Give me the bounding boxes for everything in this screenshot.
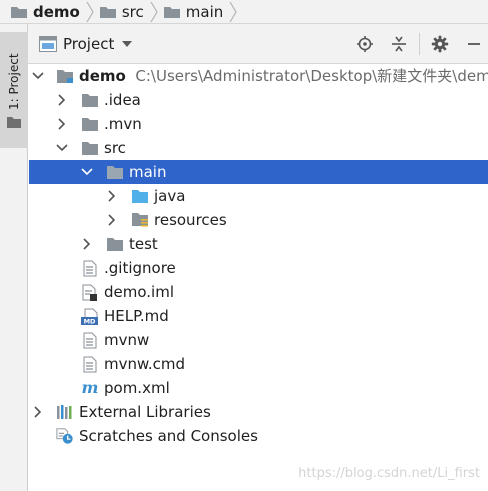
project-tool-tab-label: 1: Project — [7, 53, 21, 110]
tree-node-src[interactable]: src — [29, 136, 488, 160]
breadcrumb-item-main[interactable]: main — [163, 0, 223, 24]
tree-node-label: External Libraries — [79, 403, 211, 421]
chevron-down-icon[interactable] — [31, 69, 45, 83]
locate-icon[interactable] — [353, 32, 377, 56]
markdown-file-icon: MD — [80, 307, 102, 325]
text-file-icon — [81, 355, 99, 373]
text-file-icon — [81, 331, 99, 349]
chevron-down-icon[interactable] — [55, 141, 69, 155]
tree-node-test[interactable]: test — [29, 232, 488, 256]
project-window-icon — [39, 35, 57, 52]
tree-node-mvnw-cmd[interactable]: mvnw.cmd — [29, 352, 488, 376]
gear-icon[interactable] — [428, 32, 452, 56]
tool-window-strip: 1: Project — [0, 24, 28, 491]
tree-node-label: mvnw.cmd — [104, 355, 186, 373]
maven-icon: m — [81, 379, 99, 397]
chevron-right-icon[interactable] — [105, 213, 119, 227]
folder-icon — [163, 6, 180, 18]
tree-node-gitignore[interactable]: .gitignore — [29, 256, 488, 280]
tree-node-label: demo — [79, 67, 126, 85]
folder-icon — [106, 163, 124, 181]
folder-icon — [81, 139, 99, 157]
panel-title: Project — [63, 34, 115, 53]
module-path: C:\Users\Administrator\Desktop\新建文件夹\dem… — [135, 67, 488, 85]
svg-text:MD: MD — [84, 317, 96, 325]
text-file-icon — [81, 259, 99, 277]
tree-node-external-libraries[interactable]: External Libraries — [29, 400, 488, 424]
tree-node-label: .gitignore — [104, 259, 176, 277]
project-panel-header: Project — [28, 24, 488, 64]
tree-node-label: test — [129, 235, 158, 253]
tree-node-label: HELP.md — [104, 307, 169, 325]
libraries-icon — [56, 403, 74, 421]
svg-text:m: m — [82, 380, 99, 396]
tree-node-label: mvnw — [104, 331, 150, 349]
tree-node-label: pom.xml — [104, 379, 170, 397]
folder-icon — [11, 6, 27, 18]
folder-icon — [99, 6, 116, 18]
tree-node-java[interactable]: java — [29, 184, 488, 208]
tree-node-resources[interactable]: resources — [29, 208, 488, 232]
resources-folder-icon — [131, 211, 149, 229]
breadcrumb: demo src main — [0, 0, 488, 24]
tree-node-mvnw[interactable]: mvnw — [29, 328, 488, 352]
source-folder-icon — [131, 187, 149, 205]
tree-node-label: .idea — [104, 91, 141, 109]
tree-node-label: Scratches and Consoles — [79, 427, 258, 445]
tree-node-scratches[interactable]: Scratches and Consoles — [29, 424, 488, 448]
tree-node-label: src — [104, 139, 126, 157]
chevron-right-icon[interactable] — [55, 93, 69, 107]
folder-icon — [106, 235, 124, 253]
tree-node-demo-iml[interactable]: demo.iml — [29, 280, 488, 304]
folder-icon — [7, 117, 21, 128]
project-tool-tab[interactable]: 1: Project — [0, 32, 28, 148]
iml-file-icon — [81, 283, 99, 301]
tree-node-label: java — [154, 187, 186, 205]
breadcrumb-item-src[interactable]: src — [99, 0, 144, 24]
breadcrumb-item-demo[interactable]: demo — [10, 0, 80, 24]
tree-node-label: resources — [154, 211, 227, 229]
tree-node-label: main — [129, 163, 167, 181]
chevron-right-icon[interactable] — [105, 189, 119, 203]
breadcrumb-label: demo — [33, 2, 80, 21]
folder-icon — [81, 115, 99, 133]
tree-node-label: demo.iml — [104, 283, 174, 301]
collapse-icon[interactable] — [387, 32, 411, 56]
chevron-right-icon[interactable] — [31, 405, 45, 419]
chevron-right-icon — [226, 0, 240, 24]
watermark: https://blog.csdn.net/Li_first — [298, 466, 480, 481]
chevron-right-icon — [147, 0, 161, 24]
chevron-down-icon[interactable] — [80, 165, 94, 179]
breadcrumb-label: main — [185, 2, 224, 21]
module-folder-icon — [56, 67, 74, 85]
chevron-right-icon — [83, 0, 97, 24]
breadcrumb-label: src — [121, 2, 144, 21]
folder-icon — [81, 91, 99, 109]
tree-node-pom-xml[interactable]: m pom.xml — [29, 376, 488, 400]
tree-node-demo[interactable]: demo C:\Users\Administrator\Desktop\新建文件… — [29, 64, 488, 88]
scratches-icon — [56, 427, 74, 445]
chevron-right-icon[interactable] — [55, 117, 69, 131]
tree-node-mvn[interactable]: .mvn — [29, 112, 488, 136]
tree-node-idea[interactable]: .idea — [29, 88, 488, 112]
view-selector[interactable]: Project — [39, 34, 133, 53]
tree-node-main[interactable]: main — [29, 160, 488, 184]
tree-node-help-md[interactable]: MD HELP.md — [29, 304, 488, 328]
tree-node-label: .mvn — [104, 115, 142, 133]
chevron-down-icon — [122, 40, 133, 47]
minimize-icon[interactable] — [462, 32, 486, 56]
chevron-right-icon[interactable] — [80, 237, 94, 251]
